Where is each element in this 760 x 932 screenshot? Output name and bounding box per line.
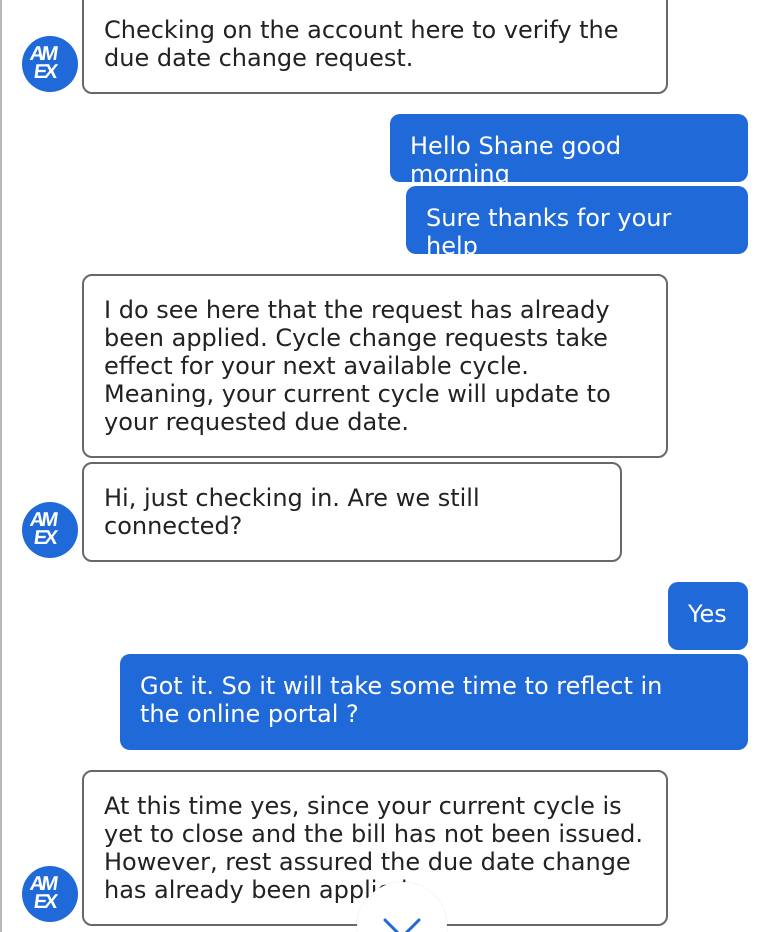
- agent-message: I do see here that the request has alrea…: [82, 274, 668, 458]
- agent-message-text: Checking on the account here to verify t…: [104, 16, 619, 72]
- user-message-text: Hello Shane good morning: [410, 132, 622, 182]
- user-message-text: Got it. So it will take some time to ref…: [140, 672, 663, 728]
- agent-message: Checking on the account here to verify t…: [82, 0, 668, 94]
- agent-message: Hi, just checking in. Are we still conne…: [82, 462, 622, 562]
- chat-window: Checking on the account here to verify t…: [0, 0, 760, 932]
- amex-logo-icon: AM EX: [28, 509, 57, 549]
- amex-avatar: AM EX: [22, 502, 78, 558]
- chat-left-border: [0, 0, 2, 932]
- amex-logo-icon: AM EX: [28, 873, 57, 913]
- user-message-text: Sure thanks for your help: [426, 204, 672, 254]
- chevron-down-icon: [383, 918, 421, 932]
- user-message: Yes: [668, 582, 748, 650]
- user-message: Got it. So it will take some time to ref…: [120, 654, 748, 750]
- amex-avatar: AM EX: [22, 866, 78, 922]
- user-message: Hello Shane good morning: [390, 114, 748, 182]
- amex-logo-icon: AM EX: [28, 43, 57, 83]
- agent-message-text: At this time yes, since your current cyc…: [104, 792, 643, 904]
- agent-message-text: Hi, just checking in. Are we still conne…: [104, 484, 480, 540]
- user-message-text: Yes: [688, 600, 727, 628]
- amex-avatar: AM EX: [22, 36, 78, 92]
- user-message: Sure thanks for your help: [406, 186, 748, 254]
- agent-message-text: I do see here that the request has alrea…: [104, 296, 611, 436]
